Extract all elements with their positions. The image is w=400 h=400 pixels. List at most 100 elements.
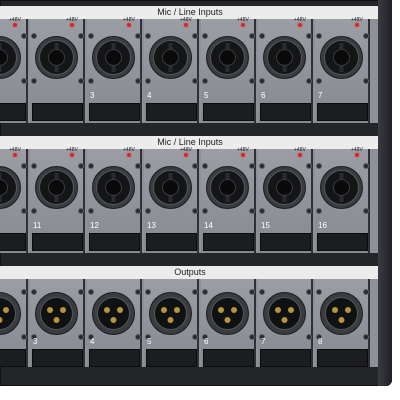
mounting-screw (306, 334, 312, 340)
mounting-screw (88, 33, 94, 39)
scribble-strip (32, 103, 83, 121)
xlr-combo-jack[interactable] (34, 165, 79, 210)
scribble-strip (146, 103, 197, 121)
mounting-screw (135, 334, 141, 340)
xlr-output-jack[interactable] (262, 291, 307, 336)
mounting-screw (88, 208, 94, 214)
section-panel: 3 4 5 6 7 8 (0, 279, 380, 367)
xlr-output-jack[interactable] (205, 291, 250, 336)
output-channel: 7 (258, 279, 313, 367)
phantom-label: +48V (237, 147, 249, 153)
phantom-label: +48V (123, 17, 135, 23)
section-outputs: Outputs 3 4 5 6 7 8 (0, 266, 380, 367)
channel-number: 7 (318, 91, 323, 100)
mounting-screw (363, 289, 369, 295)
mounting-screw (78, 78, 84, 84)
mounting-screw (259, 78, 265, 84)
xlr-combo-jack[interactable] (319, 35, 364, 80)
channel-number: 4 (147, 91, 152, 100)
mounting-screw (363, 33, 369, 39)
mounting-screw (202, 78, 208, 84)
mounting-screw (249, 78, 255, 84)
mounting-screw (363, 208, 369, 214)
channel-number: 16 (318, 221, 327, 230)
phantom-power-led (13, 153, 17, 157)
phantom-power-led (127, 23, 131, 27)
mounting-screw (316, 33, 322, 39)
xlr-combo-jack[interactable] (262, 165, 307, 210)
mounting-screw (249, 289, 255, 295)
output-channel: 6 (201, 279, 256, 367)
input-channel: +48V 16 (315, 147, 370, 253)
mounting-screw (202, 33, 208, 39)
mounting-screw (135, 208, 141, 214)
phantom-label: +48V (180, 147, 192, 153)
xlr-output-jack[interactable] (148, 291, 193, 336)
mounting-screw (145, 163, 151, 169)
mounting-screw (145, 78, 151, 84)
mounting-screw (316, 163, 322, 169)
xlr-combo-jack[interactable] (0, 165, 22, 210)
mounting-screw (21, 208, 27, 214)
channel-number: 12 (90, 221, 99, 230)
channel-number: 4 (90, 337, 95, 346)
mounting-screw (259, 208, 265, 214)
xlr-combo-jack[interactable] (262, 35, 307, 80)
mounting-screw (306, 208, 312, 214)
mounting-screw (145, 289, 151, 295)
phantom-label: +48V (351, 17, 363, 23)
mounting-screw (306, 289, 312, 295)
input-channel: +48V 11 (30, 147, 85, 253)
xlr-output-jack[interactable] (319, 291, 364, 336)
mounting-screw (192, 78, 198, 84)
xlr-output-jack[interactable] (91, 291, 136, 336)
input-channel: +48V 6 (258, 17, 313, 123)
phantom-label: +48V (294, 17, 306, 23)
xlr-combo-jack[interactable] (34, 35, 79, 80)
input-channel: +48V 4 (144, 17, 199, 123)
mounting-screw (21, 289, 27, 295)
mounting-screw (306, 78, 312, 84)
scribble-strip (260, 349, 311, 367)
scribble-strip (203, 233, 254, 251)
xlr-output-jack[interactable] (34, 291, 79, 336)
mounting-screw (363, 163, 369, 169)
mounting-screw (31, 78, 37, 84)
phantom-power-led (184, 23, 188, 27)
section-title: Outputs (0, 266, 380, 280)
channel-number: 11 (33, 221, 42, 230)
xlr-output-jack[interactable] (0, 291, 22, 336)
channel-number: 14 (204, 221, 213, 230)
scribble-strip (260, 103, 311, 121)
chassis: Mic / Line Inputs +48V +48V +48V 3 +48V 4 +48V… (0, 0, 392, 386)
mounting-screw (78, 208, 84, 214)
xlr-combo-jack[interactable] (91, 35, 136, 80)
scribble-strip (317, 233, 368, 251)
channel-number: 6 (261, 91, 266, 100)
section-mic-line-inputs-1: Mic / Line Inputs +48V +48V +48V 3 +48V 4 +48V… (0, 6, 380, 124)
scribble-strip (203, 103, 254, 121)
phantom-power-led (241, 153, 245, 157)
scribble-strip (32, 233, 83, 251)
mounting-screw (21, 334, 27, 340)
stagebox-photo: Mic / Line Inputs +48V +48V +48V 3 +48V 4 +48V… (0, 0, 400, 400)
scribble-strip (32, 349, 83, 367)
xlr-combo-jack[interactable] (205, 165, 250, 210)
phantom-label: +48V (237, 17, 249, 23)
xlr-combo-jack[interactable] (148, 35, 193, 80)
xlr-combo-jack[interactable] (319, 165, 364, 210)
phantom-power-led (355, 153, 359, 157)
output-channel: 5 (144, 279, 199, 367)
output-channel: 3 (30, 279, 85, 367)
mounting-screw (316, 78, 322, 84)
xlr-combo-jack[interactable] (91, 165, 136, 210)
mounting-screw (78, 163, 84, 169)
phantom-power-led (298, 23, 302, 27)
xlr-combo-jack[interactable] (0, 35, 22, 80)
xlr-combo-jack[interactable] (148, 165, 193, 210)
mounting-screw (192, 208, 198, 214)
mounting-screw (135, 163, 141, 169)
mounting-screw (249, 163, 255, 169)
mounting-screw (363, 334, 369, 340)
xlr-combo-jack[interactable] (205, 35, 250, 80)
